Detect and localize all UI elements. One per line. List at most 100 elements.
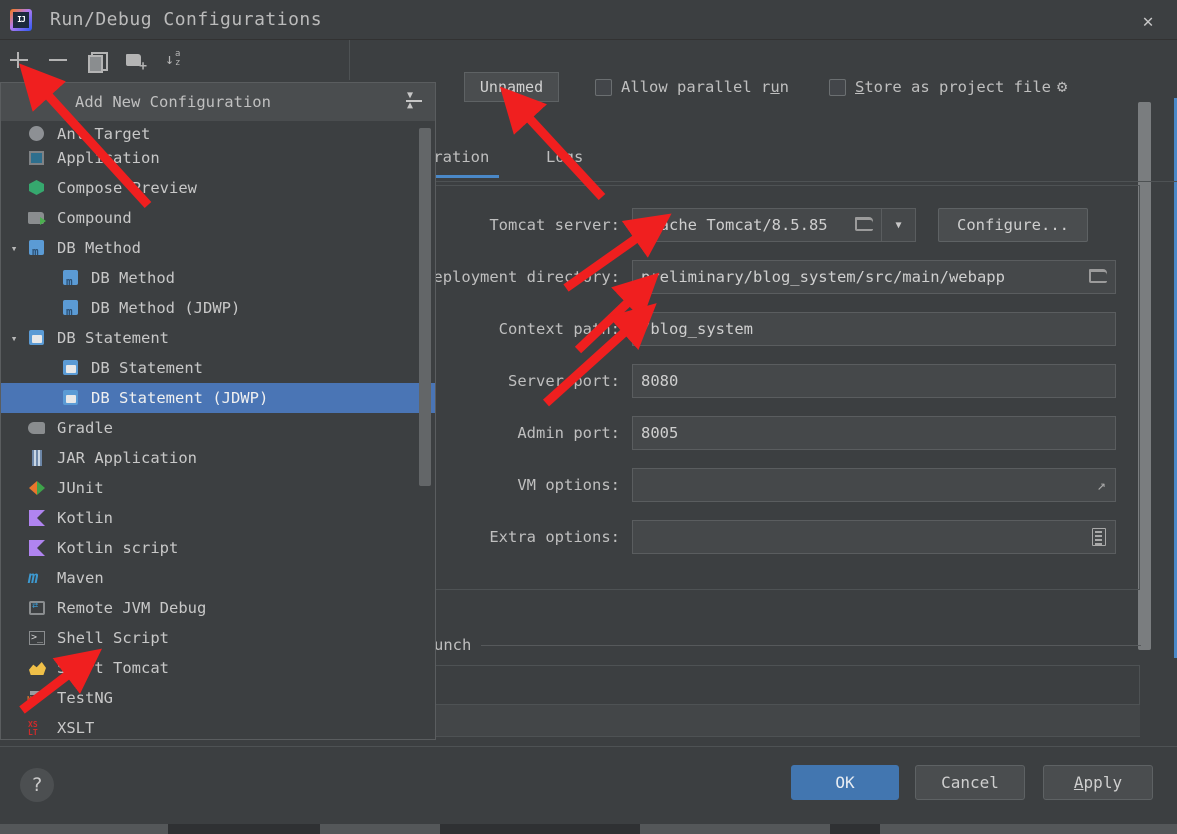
configurations-toolbar: ↓ az [0, 40, 350, 80]
admin-port-input[interactable]: 8005 [632, 416, 1116, 450]
gradle-icon [27, 419, 49, 437]
jar-icon [27, 449, 49, 467]
list-item-label: Compose Preview [57, 179, 197, 197]
tomcat-server-dropdown-arrow[interactable]: ▼ [882, 208, 916, 242]
list-item[interactable]: TestNG [1, 683, 435, 713]
list-item-label: JAR Application [57, 449, 197, 467]
before-launch-section-title: Before launch [350, 636, 1142, 654]
help-button[interactable]: ? [20, 768, 54, 802]
field-row-extra-options: Extra options: [350, 520, 1116, 554]
configure-button[interactable]: Configure... [938, 208, 1088, 242]
db-statement-icon [61, 389, 83, 407]
store-as-project-file-label: Store as project file [855, 78, 1051, 96]
configuration-panel: Unnamed Allow parallel run Store as proj… [350, 40, 1177, 746]
list-item-label: DB Statement (JDWP) [91, 389, 269, 407]
list-item[interactable]: Kotlin script [1, 533, 435, 563]
before-launch-divider [481, 644, 1142, 646]
configuration-type-list[interactable]: Ant Target Application Compose Preview Comp… [1, 121, 435, 739]
store-as-project-file-box[interactable] [829, 78, 846, 96]
apply-button[interactable]: Apply [1043, 765, 1153, 800]
list-item[interactable]: XS LT XSLT [1, 713, 435, 739]
collapse-all-icon[interactable] [405, 90, 425, 112]
folder-add-icon[interactable] [125, 49, 147, 73]
tab-logs[interactable]: Logs [546, 148, 583, 166]
cancel-button[interactable]: Cancel [915, 765, 1025, 800]
gear-icon[interactable]: ⚙ [1057, 77, 1077, 97]
dialog-footer: ? OK Cancel Apply CSDN @摸鱼王胖嘟嘟 [0, 746, 1177, 824]
list-item[interactable]: Compose Preview [1, 173, 435, 203]
allow-parallel-run-label: Allow parallel run [621, 78, 789, 96]
folder-icon[interactable] [855, 217, 873, 231]
xslt-icon: XS LT [28, 720, 38, 737]
list-item-label: Smart Tomcat [57, 659, 169, 677]
sort-az-icon[interactable]: ↓ az [164, 49, 186, 71]
list-item-label: DB Method [57, 239, 141, 257]
ant-target-icon [27, 125, 49, 143]
desktop-taskbar-strip [0, 824, 1177, 834]
list-item-label: DB Method [91, 269, 175, 287]
list-item[interactable]: Ant Target [1, 121, 435, 143]
list-item[interactable]: JAR Application [1, 443, 435, 473]
copy-icon[interactable] [86, 49, 108, 73]
list-item[interactable]: DB Statement [1, 353, 435, 383]
configuration-name-input[interactable]: Unnamed [464, 72, 559, 102]
list-item[interactable]: DB Method (JDWP) [1, 293, 435, 323]
shell-script-icon: >_ [29, 631, 45, 645]
list-item[interactable]: >_ Shell Script [1, 623, 435, 653]
store-as-project-file-checkbox[interactable]: Store as project file [829, 78, 1051, 96]
before-launch-toolbar: ✎ ▲ ▼ [350, 665, 1140, 705]
list-item-label: Application [57, 149, 160, 167]
server-port-input[interactable]: 8080 [632, 364, 1116, 398]
list-item-label: Kotlin [57, 509, 113, 527]
list-item[interactable]: Kotlin [1, 503, 435, 533]
list-item[interactable]: Application [1, 143, 435, 173]
list-item-label: JUnit [57, 479, 104, 497]
list-item[interactable]: DB Method [1, 263, 435, 293]
list-item[interactable]: JUnit [1, 473, 435, 503]
list-item-label: Gradle [57, 419, 113, 437]
context-path-input[interactable]: /blog_system [632, 312, 1116, 346]
db-statement-icon [61, 359, 83, 377]
popup-vertical-scrollbar[interactable] [419, 128, 431, 486]
allow-parallel-run-checkbox[interactable]: Allow parallel run [595, 78, 789, 96]
field-row-tomcat-server: Tomcat server: Apache Tomcat/8.5.85 ▼ Co… [350, 208, 1088, 242]
minus-icon[interactable] [47, 49, 69, 71]
folder-icon[interactable] [1089, 269, 1107, 283]
deployment-directory-input[interactable]: preliminary/blog_system/src/main/webapp [632, 260, 1116, 294]
expand-editor-icon[interactable]: ↗ [1097, 478, 1106, 493]
list-item[interactable]: m Maven [1, 563, 435, 593]
list-item[interactable]: Smart Tomcat [1, 653, 435, 683]
extra-options-input[interactable] [632, 520, 1116, 554]
list-item[interactable]: Compound [1, 203, 435, 233]
allow-parallel-run-box[interactable] [595, 78, 612, 96]
chevron-down-icon[interactable]: ▾ [1, 332, 27, 345]
field-row-context-path: Context path: /blog_system [350, 312, 1116, 346]
context-path-value: /blog_system [641, 320, 753, 338]
list-item-label: DB Method (JDWP) [91, 299, 241, 317]
compound-icon [27, 209, 49, 227]
list-item[interactable]: DB Statement (JDWP) [1, 383, 435, 413]
intellij-logo-icon: IJ [10, 8, 32, 31]
list-item-label: Maven [57, 569, 104, 587]
maven-icon: m [28, 568, 39, 588]
plus-icon[interactable] [8, 49, 30, 71]
chevron-down-icon[interactable]: ▾ [1, 242, 27, 255]
before-launch-row-build[interactable]: Build [350, 705, 1140, 737]
list-item-label: Ant Target [57, 125, 151, 143]
list-item[interactable]: Gradle [1, 413, 435, 443]
ok-button[interactable]: OK [791, 765, 899, 800]
list-item[interactable]: ▾ DB Method [1, 233, 435, 263]
close-icon[interactable]: ✕ [1137, 10, 1159, 32]
list-item[interactable]: ▾ DB Statement [1, 323, 435, 353]
compose-preview-icon [27, 179, 49, 197]
sort-arrow-glyph: ↓ [165, 50, 175, 68]
run-debug-configurations-dialog: IJ Run/Debug Configurations ✕ ↓ az Unnam… [0, 0, 1177, 834]
vm-options-input[interactable]: ↗ [632, 468, 1116, 502]
tomcat-icon [27, 659, 49, 677]
remote-jvm-icon [27, 599, 49, 617]
list-item[interactable]: Remote JVM Debug [1, 593, 435, 623]
dialog-title: Run/Debug Configurations [50, 9, 323, 30]
tomcat-server-input[interactable]: Apache Tomcat/8.5.85 [632, 208, 882, 242]
list-editor-icon[interactable] [1092, 528, 1106, 546]
junit-icon [27, 479, 49, 497]
